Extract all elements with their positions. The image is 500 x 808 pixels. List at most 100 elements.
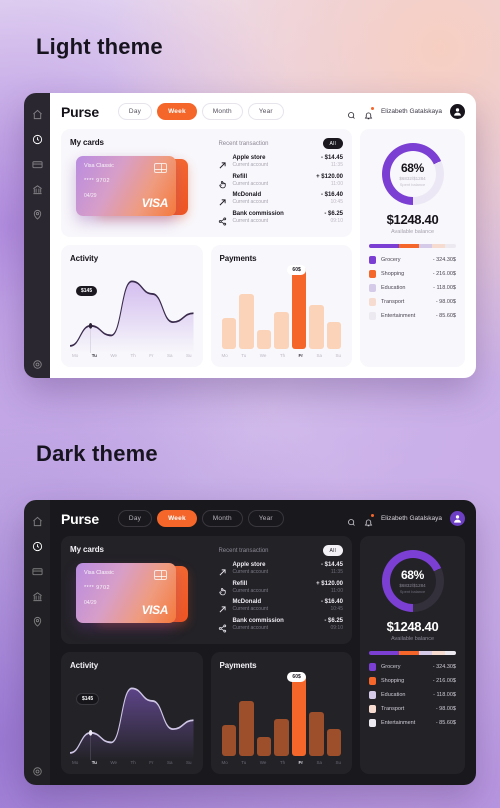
donut-center: 68% $6832/$1284 Spent balance bbox=[389, 558, 436, 604]
sidebar-item-settings[interactable] bbox=[32, 357, 43, 369]
hand-tap-icon bbox=[218, 176, 227, 188]
my-cards-left: My cards Visa Classic **** 9702 04/29 VISA bbox=[70, 545, 209, 635]
bell-icon[interactable] bbox=[364, 514, 374, 527]
balance-donut: 68% $6832/$1284 Spent balance bbox=[381, 143, 444, 205]
avatar[interactable] bbox=[450, 104, 465, 119]
transaction-row[interactable]: Refill Current account + $120.00 11:00 bbox=[218, 174, 343, 188]
header-actions: Elizabeth Gatalskaya bbox=[347, 104, 465, 120]
segment-year[interactable]: Year bbox=[247, 510, 284, 527]
sidebar-item-4[interactable] bbox=[32, 207, 43, 220]
payments-tooltip: 60$ bbox=[287, 265, 306, 275]
transaction-amount-group: - $6.25 09:10 bbox=[324, 211, 343, 224]
sidebar-item-0[interactable] bbox=[32, 107, 43, 120]
search-icon[interactable] bbox=[347, 107, 356, 119]
payment-bar[interactable] bbox=[309, 711, 324, 756]
sidebar-item-3[interactable] bbox=[32, 589, 43, 602]
payment-bar[interactable] bbox=[221, 724, 236, 756]
search-icon[interactable] bbox=[347, 514, 356, 526]
transaction-info: Refill Current account bbox=[232, 174, 311, 187]
stack-segment bbox=[398, 244, 419, 248]
transaction-list: Apple store Current account - $14.45 11:35 R… bbox=[218, 562, 343, 633]
transaction-row[interactable]: McDonald Current account - $16.40 10:45 bbox=[218, 192, 343, 206]
dashboard-bottom-row: Activity $145 Mo Tu We Th Fr Sa Su Payments 60$ Mo T… bbox=[61, 652, 352, 774]
payments-axis-label: Fr bbox=[298, 353, 304, 358]
payments-axis-label: Tu bbox=[241, 760, 247, 765]
my-cards-left: My cards Visa Classic **** 9702 04/29 VISA bbox=[70, 138, 209, 228]
activity-card: Activity $145 Mo Tu We Th Fr Sa Su bbox=[61, 652, 203, 774]
legend-value: - 324.30$ bbox=[432, 257, 456, 263]
payments-axis-label: We bbox=[259, 760, 267, 765]
payment-bar[interactable] bbox=[221, 317, 236, 349]
transaction-row[interactable]: Refill Current account + $120.00 11:00 bbox=[218, 581, 343, 595]
transaction-row[interactable]: Bank commission Current account - $6.25 09:… bbox=[218, 211, 343, 226]
transaction-name: McDonald bbox=[232, 599, 262, 605]
segment-month[interactable]: Month bbox=[201, 103, 243, 120]
legend-row: Transport - 98.00$ bbox=[369, 705, 456, 713]
payment-bar[interactable] bbox=[326, 321, 341, 349]
payments-axis-label: We bbox=[259, 353, 267, 358]
sidebar-item-1[interactable] bbox=[32, 539, 43, 552]
brand-title: Purse bbox=[61, 510, 99, 527]
segment-week[interactable]: Week bbox=[157, 510, 197, 527]
recent-header: Recent transaction All bbox=[218, 545, 343, 556]
payment-bar[interactable] bbox=[274, 719, 289, 756]
legend-swatch bbox=[369, 719, 376, 727]
sidebar-item-3[interactable] bbox=[32, 182, 43, 195]
activity-axis: Mo Tu We Th Fr Sa Su bbox=[70, 760, 194, 765]
legend-swatch bbox=[369, 691, 376, 699]
legend-swatch bbox=[369, 256, 376, 264]
transaction-row[interactable]: Bank commission Current account - $6.25 09:… bbox=[218, 617, 343, 633]
legend-name: Education bbox=[381, 692, 406, 698]
sidebar-item-2[interactable] bbox=[31, 564, 43, 576]
payment-bar[interactable] bbox=[239, 294, 254, 349]
credit-card-front[interactable]: Visa Classic **** 9702 04/29 VISA bbox=[76, 563, 176, 623]
payment-bar[interactable] bbox=[256, 737, 271, 756]
credit-card-front[interactable]: Visa Classic **** 9702 04/29 VISA bbox=[76, 156, 176, 216]
segment-week[interactable]: Week bbox=[157, 103, 197, 120]
segment-day[interactable]: Day bbox=[117, 103, 153, 120]
visa-logo: VISA bbox=[141, 196, 169, 210]
sidebar-item-0[interactable] bbox=[32, 514, 43, 527]
payments-title: Payments bbox=[219, 661, 257, 670]
dashboard-grid: My cards Visa Classic **** 9702 04/29 VISA Re… bbox=[61, 536, 465, 774]
payment-bar[interactable] bbox=[239, 701, 254, 756]
stack-segment bbox=[444, 651, 456, 655]
segment-month[interactable]: Month bbox=[201, 510, 243, 527]
sidebar-item-1[interactable] bbox=[32, 132, 43, 145]
payments-axis-label: Mo bbox=[221, 353, 228, 358]
transaction-row[interactable]: McDonald Current account - $16.40 10:45 bbox=[218, 599, 343, 613]
hand-tap-icon bbox=[218, 583, 227, 595]
transaction-info: McDonald Current account bbox=[232, 599, 316, 612]
payment-bar[interactable] bbox=[309, 304, 324, 349]
payment-bar[interactable] bbox=[256, 330, 271, 349]
segment-year[interactable]: Year bbox=[247, 103, 284, 120]
period-segmented-control: Day Week Month Year bbox=[117, 510, 284, 527]
transaction-row[interactable]: Apple store Current account - $14.45 11:35 bbox=[218, 562, 343, 576]
spent-label: Spent balance bbox=[399, 589, 426, 594]
recent-filter-pill[interactable]: All bbox=[322, 545, 343, 556]
balance-percent: 68% bbox=[400, 568, 425, 582]
payment-bar[interactable] bbox=[326, 728, 341, 756]
segment-day[interactable]: Day bbox=[117, 510, 153, 527]
available-balance-label: Available balance bbox=[390, 229, 434, 235]
payment-bar[interactable] bbox=[291, 674, 306, 756]
payment-bar[interactable] bbox=[291, 267, 306, 349]
sidebar-item-settings[interactable] bbox=[32, 764, 43, 776]
transaction-row[interactable]: Apple store Current account - $14.45 11:35 bbox=[218, 155, 343, 169]
transaction-info: Refill Current account bbox=[232, 581, 311, 594]
sidebar-item-2[interactable] bbox=[31, 157, 43, 169]
share-icon bbox=[218, 213, 227, 226]
recent-filter-pill[interactable]: All bbox=[322, 138, 343, 149]
payments-title: Payments bbox=[219, 254, 257, 263]
sidebar-item-4[interactable] bbox=[32, 614, 43, 627]
cards-stage: Visa Classic **** 9702 04/29 VISA bbox=[70, 154, 209, 228]
transaction-account: Current account bbox=[232, 569, 269, 575]
legend-value: - 216.00$ bbox=[432, 271, 456, 277]
payment-bar[interactable] bbox=[274, 312, 289, 349]
transaction-amount: - $6.25 bbox=[324, 617, 343, 624]
balance-card: 68% $6832/$1284 Spent balance $1248.40 Avail… bbox=[360, 536, 465, 774]
brand-title: Purse bbox=[61, 103, 99, 120]
avatar[interactable] bbox=[450, 511, 465, 526]
bell-icon[interactable] bbox=[364, 107, 374, 120]
stack-segment bbox=[398, 651, 419, 655]
